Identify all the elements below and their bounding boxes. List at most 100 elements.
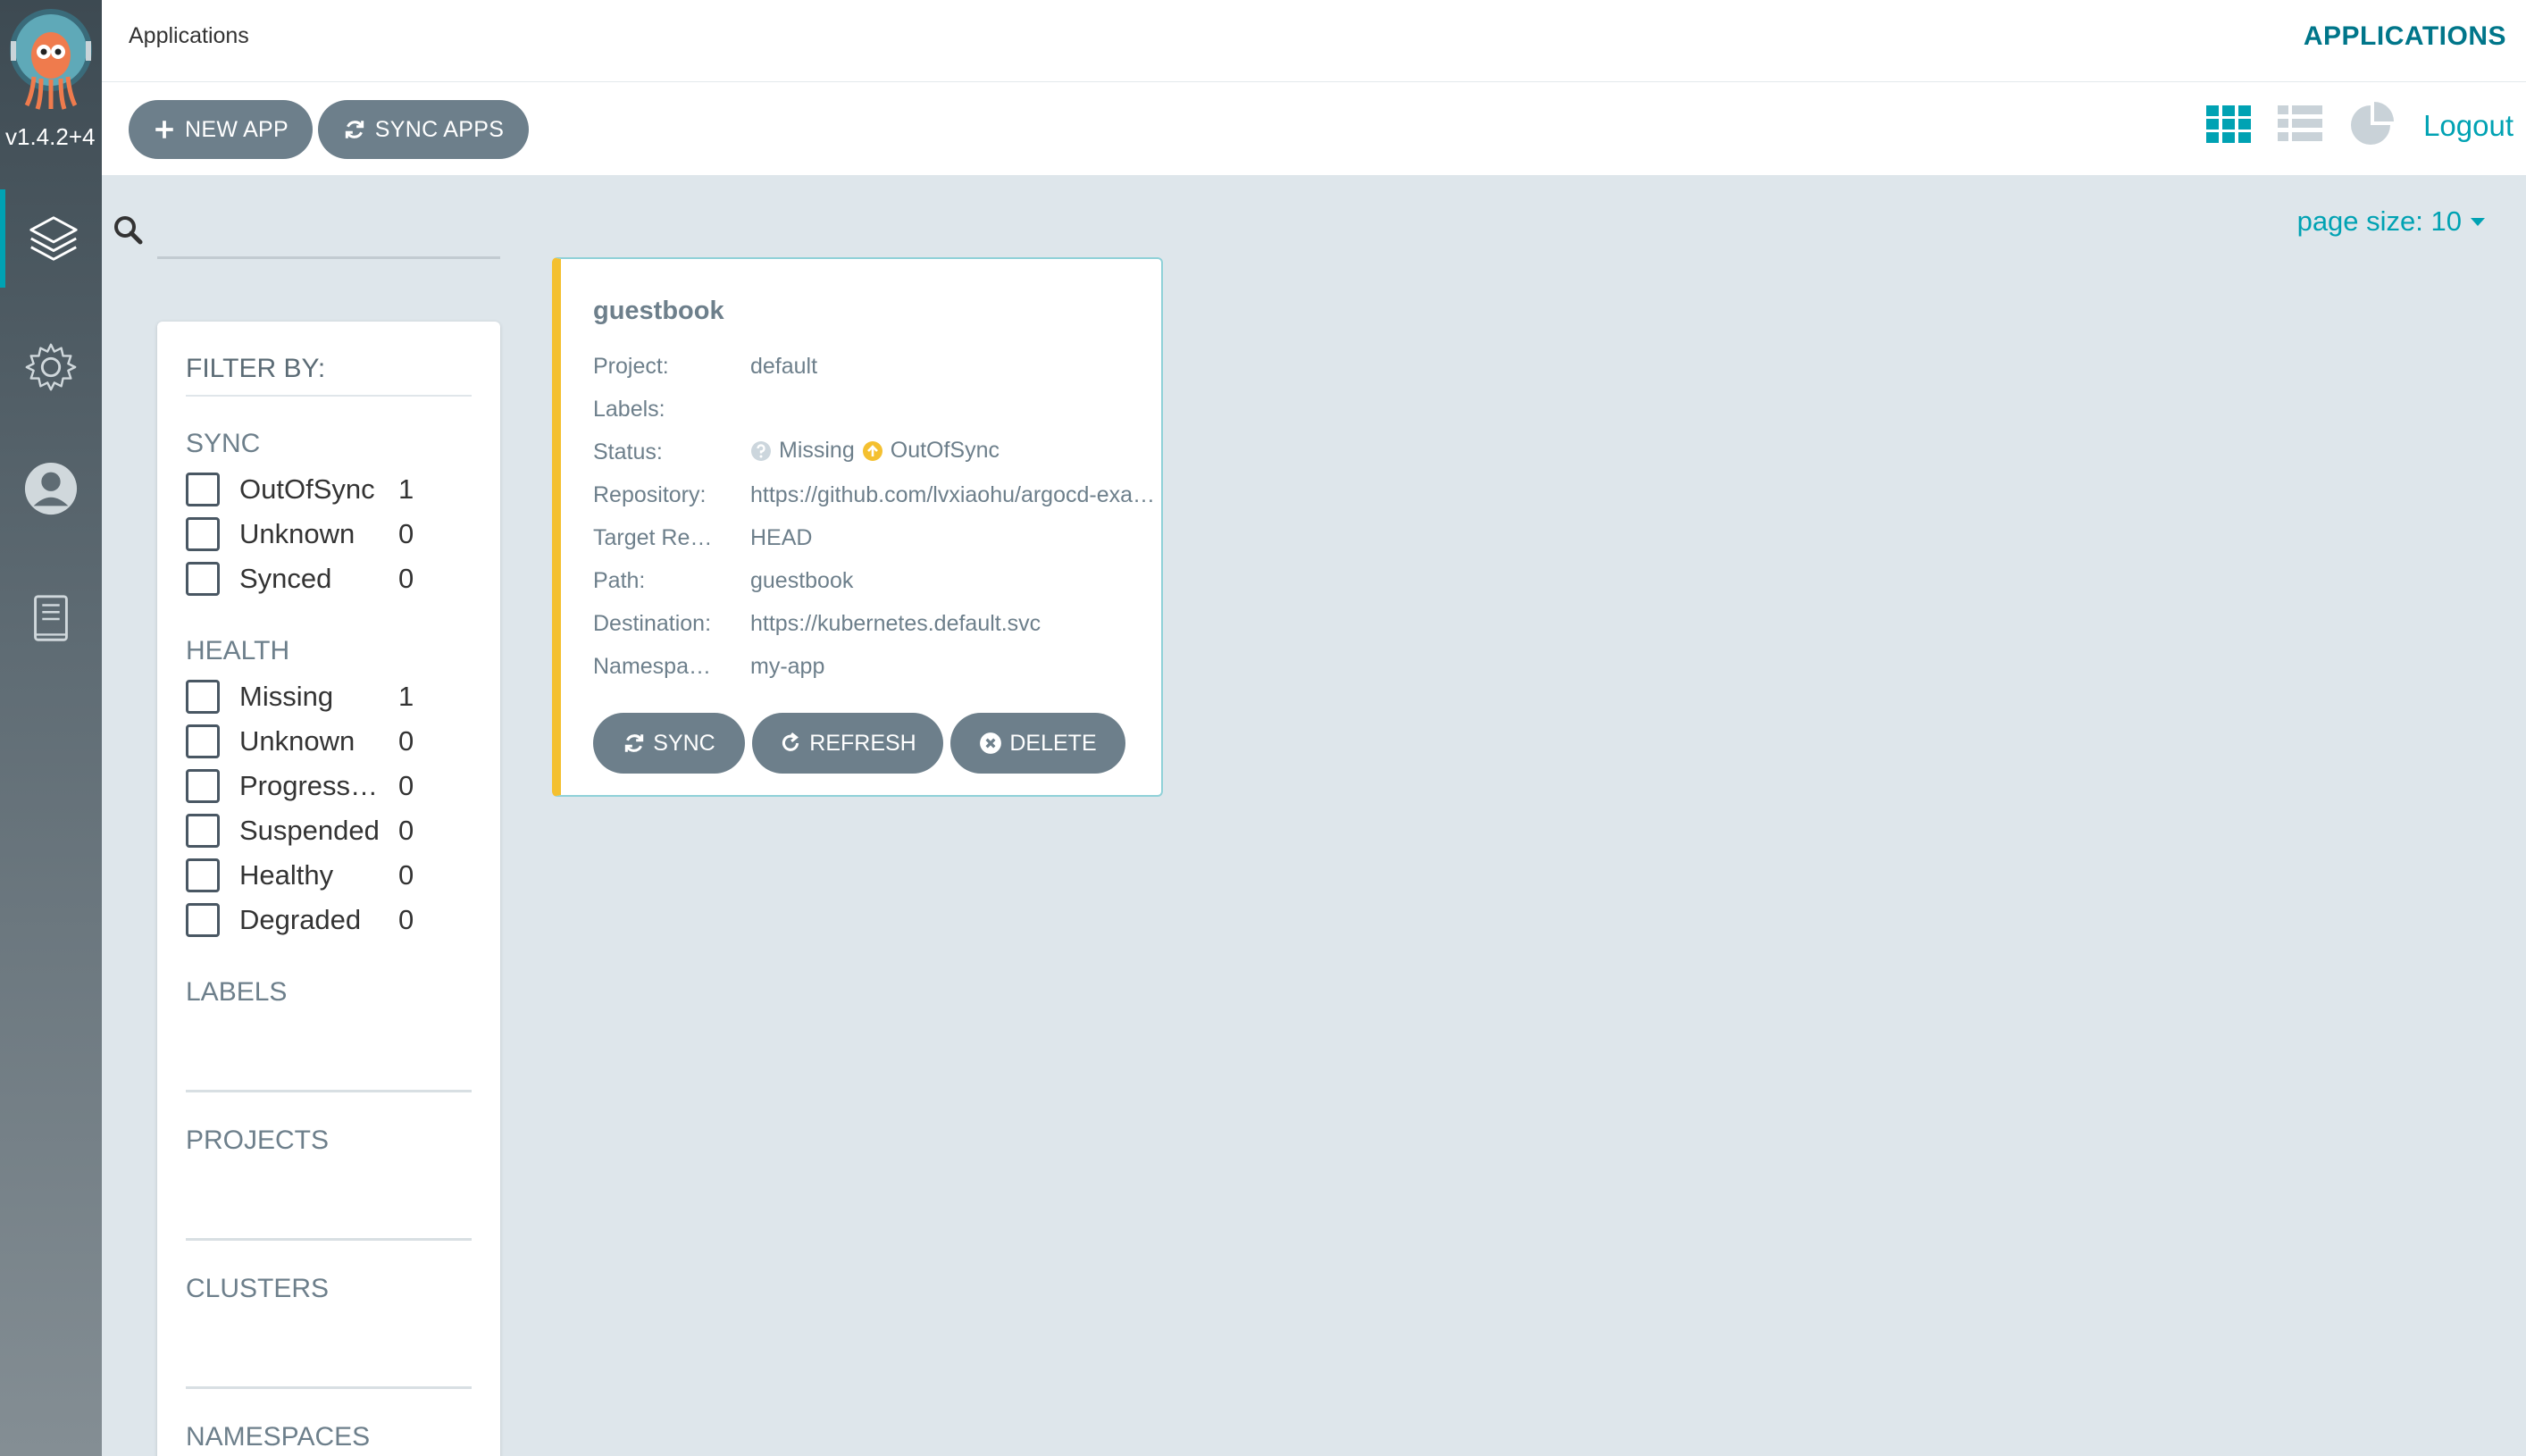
question-circle-icon — [751, 440, 771, 461]
filter-label: OutOfSync — [239, 473, 375, 505]
filter-health-suspended[interactable]: Suspended 0 — [186, 811, 445, 850]
projects-filter-title: PROJECTS — [186, 1125, 330, 1155]
sync-icon — [625, 734, 644, 752]
checkbox[interactable] — [186, 814, 220, 848]
destination-value: https://kubernetes.default.svc — [750, 611, 1041, 636]
sidebar: v1.4.2+4 — [0, 0, 102, 1456]
app-delete-button[interactable]: DELETE — [950, 713, 1125, 774]
app-refresh-label: REFRESH — [809, 730, 916, 756]
checkbox[interactable] — [186, 562, 220, 596]
filter-health-progressing[interactable]: Progressing 0 — [186, 766, 445, 806]
layers-icon — [29, 216, 78, 261]
filter-health-healthy[interactable]: Healthy 0 — [186, 856, 445, 895]
namespace-value: my-app — [750, 654, 825, 679]
sync-icon — [345, 121, 364, 138]
page-title: APPLICATIONS — [2303, 21, 2506, 51]
version-label: v1.4.2+4 — [5, 123, 96, 150]
toolbar: NEW APP SYNC APPS Logout — [102, 82, 2526, 175]
checkbox[interactable] — [186, 473, 220, 506]
tiles-view-icon[interactable] — [2204, 100, 2253, 148]
filter-title: FILTER BY: — [186, 354, 472, 397]
filter-sync-outofsync[interactable]: OutOfSync 1 — [186, 470, 445, 509]
sidebar-item-settings[interactable] — [0, 318, 102, 416]
checkbox[interactable] — [186, 680, 220, 714]
path-value: guestbook — [750, 568, 854, 593]
app-name: guestbook — [593, 297, 724, 325]
filter-health-unknown[interactable]: Unknown 0 — [186, 722, 445, 761]
health-filter-title: HEALTH — [186, 636, 290, 665]
app-sync-label: SYNC — [653, 730, 715, 756]
target-revision-value: HEAD — [750, 525, 813, 550]
filter-health-missing[interactable]: Missing 1 — [186, 677, 445, 716]
labels-filter-divider — [186, 1090, 472, 1092]
page-size-dropdown[interactable]: page size: 10 — [2297, 205, 2487, 238]
status-value: Missing OutOfSync — [750, 438, 1000, 464]
clusters-filter-divider — [186, 1386, 472, 1389]
argo-logo[interactable] — [5, 5, 96, 111]
filter-sync-unknown[interactable]: Unknown 0 — [186, 515, 445, 554]
path-label: Path: — [593, 568, 646, 593]
caret-down-icon — [2471, 218, 2485, 226]
filter-label: Degraded — [239, 904, 362, 935]
app-refresh-button[interactable]: REFRESH — [752, 713, 943, 774]
gear-icon — [25, 343, 77, 391]
filter-label: Unknown — [239, 725, 355, 757]
plus-icon — [155, 121, 173, 138]
checkbox[interactable] — [186, 769, 220, 803]
filter-count: 1 — [398, 473, 414, 505]
checkbox[interactable] — [186, 724, 220, 758]
app-delete-label: DELETE — [1009, 730, 1097, 756]
filter-label: Missing — [239, 681, 334, 712]
projects-filter-divider — [186, 1238, 472, 1241]
application-tile[interactable]: guestbook Project: default Labels: Statu… — [552, 257, 1170, 797]
new-app-button[interactable]: NEW APP — [129, 100, 313, 159]
filter-panel: FILTER BY: SYNC OutOfSync 1 Unknown 0 Sy… — [157, 322, 500, 1456]
redo-icon — [782, 732, 799, 751]
search-icon — [114, 216, 143, 245]
filter-count: 0 — [398, 770, 414, 801]
times-circle-icon — [980, 732, 1002, 754]
sync-apps-label: SYNC APPS — [374, 116, 505, 142]
app-sync-button[interactable]: SYNC — [593, 713, 745, 774]
filter-label: Synced — [239, 563, 332, 594]
filter-sync-synced[interactable]: Synced 0 — [186, 559, 445, 598]
search-input[interactable] — [157, 204, 500, 259]
user-icon — [24, 462, 78, 515]
filter-label: Unknown — [239, 518, 355, 549]
filter-count: 0 — [398, 815, 414, 846]
list-view-icon[interactable] — [2276, 100, 2324, 148]
status-label: Status: — [593, 439, 663, 464]
logout-link[interactable]: Logout — [2423, 109, 2513, 143]
book-icon — [34, 595, 68, 641]
pie-chart-view-icon[interactable] — [2347, 100, 2396, 148]
sync-apps-button[interactable]: SYNC APPS — [318, 100, 529, 159]
filter-label: Progressing — [239, 770, 382, 801]
repository-value: https://github.com/lvxiaohu/argocd-examp… — [750, 482, 1170, 507]
breadcrumb[interactable]: Applications — [129, 23, 249, 49]
filter-count: 0 — [398, 725, 414, 757]
destination-label: Destination: — [593, 611, 712, 636]
page-size-label: page size: 10 — [2296, 205, 2462, 237]
filter-health-degraded[interactable]: Degraded 0 — [186, 900, 445, 940]
arrow-up-circle-icon — [862, 440, 882, 461]
checkbox[interactable] — [186, 858, 220, 892]
filter-count: 1 — [398, 681, 414, 712]
sidebar-item-docs[interactable] — [0, 570, 102, 668]
checkbox[interactable] — [186, 517, 220, 551]
filter-count: 0 — [398, 904, 414, 935]
sync-filter-title: SYNC — [186, 429, 261, 458]
namespace-label: Namespace: — [593, 654, 718, 679]
sync-status: OutOfSync — [890, 438, 1000, 463]
target-revision-label: Target Revision: — [593, 525, 718, 550]
checkbox[interactable] — [186, 903, 220, 937]
clusters-filter-title: CLUSTERS — [186, 1274, 330, 1303]
filter-count: 0 — [398, 859, 414, 891]
project-label: Project: — [593, 354, 669, 379]
sidebar-item-user-info[interactable] — [0, 439, 102, 538]
namespaces-filter-title: NAMESPACES — [186, 1422, 371, 1452]
labels-filter-title: LABELS — [186, 977, 288, 1007]
new-app-label: NEW APP — [184, 116, 289, 142]
filter-count: 0 — [398, 563, 414, 594]
sidebar-item-applications[interactable] — [0, 189, 102, 288]
filter-count: 0 — [398, 518, 414, 549]
